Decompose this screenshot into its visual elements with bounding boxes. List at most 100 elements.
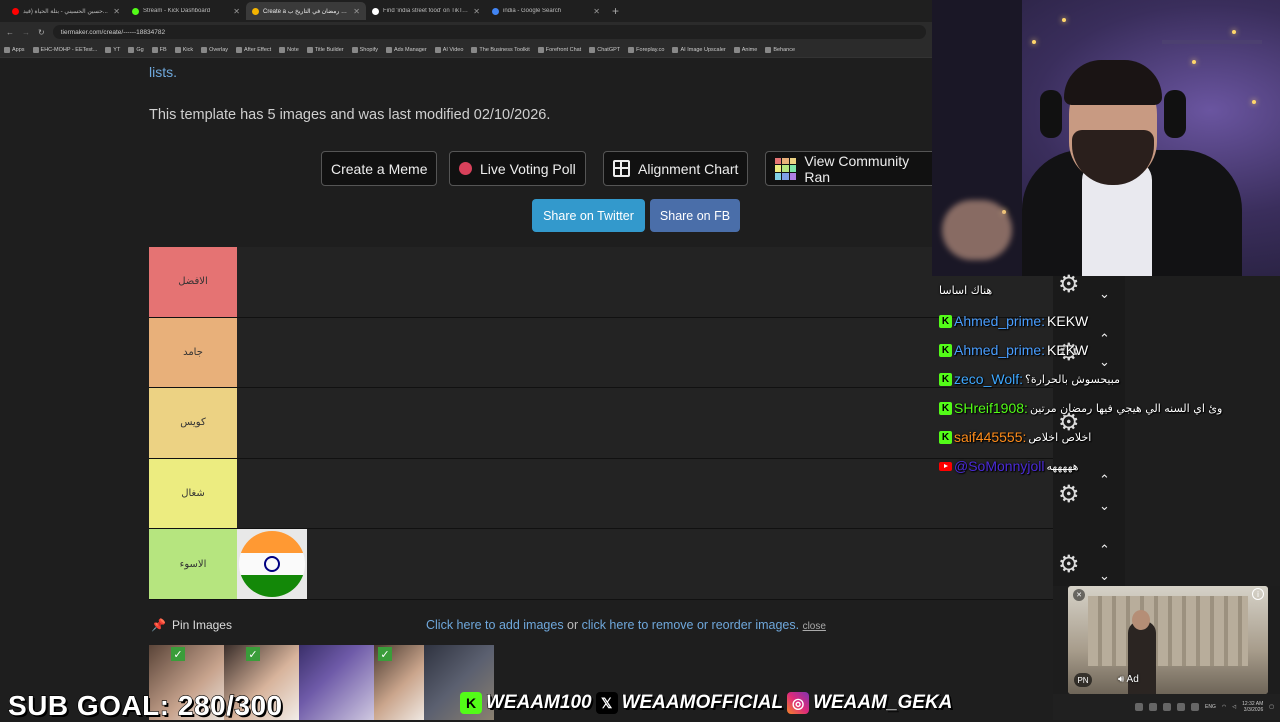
bookmark-item[interactable]: Ads Manager <box>385 46 427 53</box>
clock[interactable]: 12:32 AM 3/3/2026 <box>1242 701 1263 713</box>
back-arrow-icon[interactable]: ← <box>6 28 14 37</box>
bookmark-item[interactable]: FB <box>151 46 167 53</box>
bookmark-icon <box>537 46 544 53</box>
bookmark-icon <box>434 46 441 53</box>
browser-tab-active[interactable]: Create a ماتات رمضان في التاريخ ب...✕ <box>246 2 366 20</box>
chevron-up-icon[interactable]: ⌃ <box>1099 542 1110 558</box>
bookmark-icon <box>174 46 181 53</box>
bookmark-item[interactable]: Forefront Chat <box>537 46 581 53</box>
tier-label[interactable]: شغال <box>149 458 237 529</box>
tray-app-icon[interactable] <box>1177 703 1186 711</box>
notification-icon[interactable]: ▢ <box>1269 704 1274 710</box>
bookmark-icon <box>201 46 208 53</box>
create-meme-button[interactable]: Create a Meme <box>321 151 438 186</box>
bookmark-item[interactable]: Behance <box>765 46 796 53</box>
chevron-down-icon[interactable]: ⌄ <box>1099 498 1110 514</box>
tier-label-text: الافضل <box>178 276 208 288</box>
tiermaker-page: lists. This template has 5 images and wa… <box>0 58 1053 720</box>
volume-icon[interactable]: ◁ <box>1232 704 1236 710</box>
bookmark-item[interactable]: Overlay <box>201 46 228 53</box>
close-tab-icon[interactable]: ✕ <box>473 7 480 16</box>
tray-app-icon[interactable] <box>1191 703 1200 711</box>
url-field[interactable]: tiermaker.com/create/------18834782 <box>52 25 926 39</box>
ad-pin-icon[interactable]: PN <box>1074 673 1092 687</box>
forward-arrow-icon[interactable]: → <box>22 28 30 37</box>
pool-image[interactable] <box>299 645 374 720</box>
bookmark-item[interactable]: Note <box>279 46 299 53</box>
wifi-icon[interactable]: ◠ <box>1222 704 1226 710</box>
bookmark-item[interactable]: AI Image Upscaler <box>672 46 726 53</box>
tier-label[interactable]: الاسوء <box>149 529 237 599</box>
pool-image[interactable]: ✓ <box>374 645 424 720</box>
alignment-chart-button[interactable]: Alignment Chart <box>603 151 749 186</box>
tier-label[interactable]: كويس <box>149 388 237 458</box>
gear-icon[interactable]: ⚙ <box>1058 550 1080 579</box>
tray-app-icon[interactable] <box>1149 703 1158 711</box>
kick-handle: WEAAM100 <box>486 692 593 714</box>
close-tab-icon[interactable]: ✕ <box>353 7 360 16</box>
youtube-logo-icon <box>939 461 952 471</box>
bookmark-item[interactable]: Shopify <box>351 46 378 53</box>
address-bar-row: ← → ↻ tiermaker.com/create/------1883478… <box>0 22 932 42</box>
close-tab-icon[interactable]: ✕ <box>593 7 600 16</box>
browser-tab[interactable]: حسين الحسيني - بتلة الحياة (فيد... ✕ <box>6 2 126 20</box>
live-voting-poll-button[interactable]: Live Voting Poll <box>449 151 586 186</box>
bookmark-item[interactable]: Title Builder <box>306 46 344 53</box>
community-rank-button[interactable]: View Community Ran <box>765 151 945 186</box>
template-info: This template has 5 images and was last … <box>149 107 551 123</box>
bookmark-item[interactable]: Foreplay.co <box>628 46 665 53</box>
bookmark-label: Foreplay.co <box>636 46 665 53</box>
tier-dropzone[interactable] <box>237 317 1053 388</box>
bookmark-item[interactable]: ChatGPT <box>589 46 621 53</box>
tier-dropzone[interactable] <box>237 247 1053 317</box>
close-link[interactable]: close <box>803 621 826 632</box>
bookmark-item[interactable]: After Effect <box>236 46 271 53</box>
reload-icon[interactable]: ↻ <box>38 28 45 37</box>
bookmark-item[interactable]: Anime <box>733 46 757 53</box>
tier-label[interactable]: جامد <box>149 317 237 388</box>
tier-dropzone[interactable] <box>237 529 1053 600</box>
url-text: tiermaker.com/create/------18834782 <box>60 28 166 36</box>
language-indicator[interactable]: ENG <box>1205 704 1216 710</box>
ad-video-player[interactable]: ✕ i PN 🔊︎ Ad <box>1068 586 1268 694</box>
new-tab-icon[interactable]: + <box>612 4 619 18</box>
bookmark-item[interactable]: Gg <box>128 46 144 53</box>
bookmark-item[interactable]: The Business Toolkit <box>471 46 530 53</box>
pin-images-toggle[interactable]: 📌 Pin Images <box>151 618 232 632</box>
bookmark-icon <box>128 46 135 53</box>
chat-username: SHreif1908: <box>954 400 1028 416</box>
bookmark-item[interactable]: Kick <box>174 46 193 53</box>
tier-label[interactable]: الافضل <box>149 247 237 317</box>
close-tab-icon[interactable]: ✕ <box>233 7 240 16</box>
speaker-icon[interactable]: 🔊︎ <box>1118 674 1124 685</box>
tray-app-icon[interactable] <box>1163 703 1172 711</box>
button-label: Alignment Chart <box>638 160 739 177</box>
bookmark-item[interactable]: AI Video <box>434 46 463 53</box>
ad-close-icon[interactable]: ✕ <box>1073 589 1085 601</box>
tier-label-text: كويس <box>180 417 206 429</box>
bookmark-item[interactable]: YT <box>105 46 120 53</box>
bookmark-label: Behance <box>773 46 796 53</box>
close-tab-icon[interactable]: ✕ <box>113 7 120 16</box>
kick-logo-icon: K <box>939 401 952 415</box>
tier-dropzone[interactable] <box>237 388 1053 458</box>
chevron-down-icon[interactable]: ⌄ <box>1099 568 1110 584</box>
browser-tab[interactable]: india - Google Search ✕ <box>486 2 606 20</box>
ad-label: 🔊︎ Ad <box>1118 674 1139 685</box>
browser-tab[interactable]: Stream - Kick Dashboard ✕ <box>126 2 246 20</box>
tray-app-icon[interactable] <box>1135 703 1144 711</box>
x-logo-icon: 𝕏 <box>595 692 618 714</box>
share-twitter-button[interactable]: Share on Twitter <box>532 199 645 232</box>
remove-images-link[interactable]: click here to remove or reorder images. <box>582 618 799 632</box>
tier-dropzone[interactable] <box>237 458 1053 529</box>
lists-link[interactable]: lists. <box>149 64 177 80</box>
bookmark-item[interactable]: EHC-MOHP - EETest... <box>32 46 97 53</box>
share-fb-button[interactable]: Share on FB <box>650 199 740 232</box>
add-images-link[interactable]: Click here to add images <box>426 618 564 632</box>
bookmark-label: ChatGPT <box>597 46 621 53</box>
bookmark-item[interactable]: Apps <box>4 46 25 53</box>
browser-tab[interactable]: Find 'india street food' on TikTok... ✕ <box>366 2 486 20</box>
india-flag-tile[interactable] <box>237 529 307 600</box>
ad-scene-person-head <box>1132 610 1150 630</box>
ad-info-icon[interactable]: i <box>1252 588 1264 600</box>
